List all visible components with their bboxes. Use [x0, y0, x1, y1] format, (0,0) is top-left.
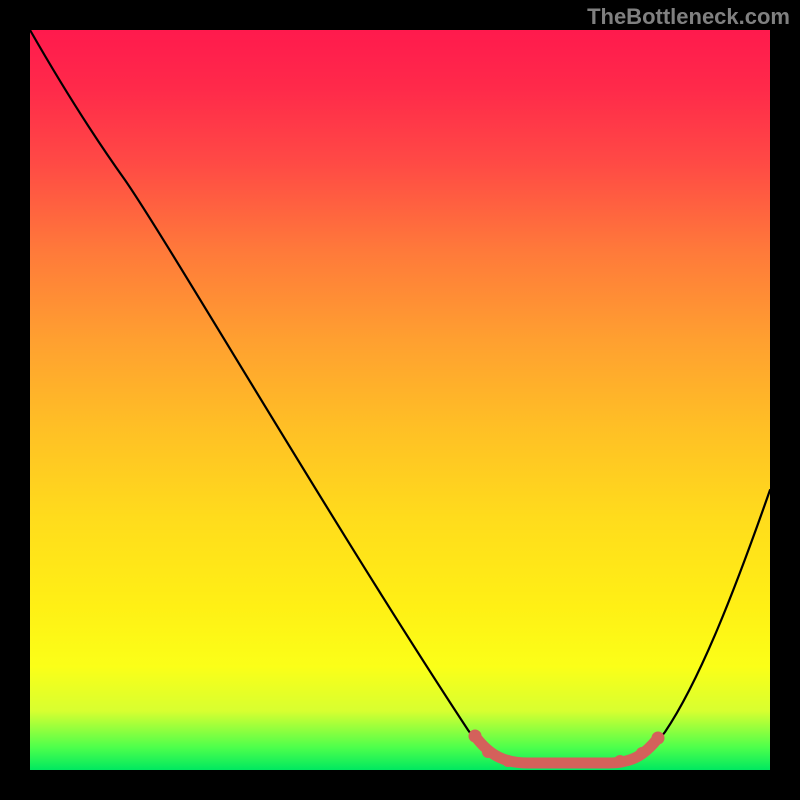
marker-dot [636, 747, 648, 759]
marker-dot [502, 755, 514, 767]
marker-dot [547, 758, 558, 769]
bottleneck-curve [30, 30, 770, 763]
chart-frame: TheBottleneck.com [0, 0, 800, 800]
watermark-text: TheBottleneck.com [587, 4, 790, 30]
curve-svg [30, 30, 770, 770]
gradient-plot-area [30, 30, 770, 770]
marker-dot [570, 758, 581, 769]
marker-dot [593, 758, 604, 769]
marker-dot [614, 755, 626, 767]
marker-dot [482, 746, 494, 758]
marker-dot [525, 758, 536, 769]
marker-dot [652, 732, 665, 745]
marker-dot [469, 730, 482, 743]
